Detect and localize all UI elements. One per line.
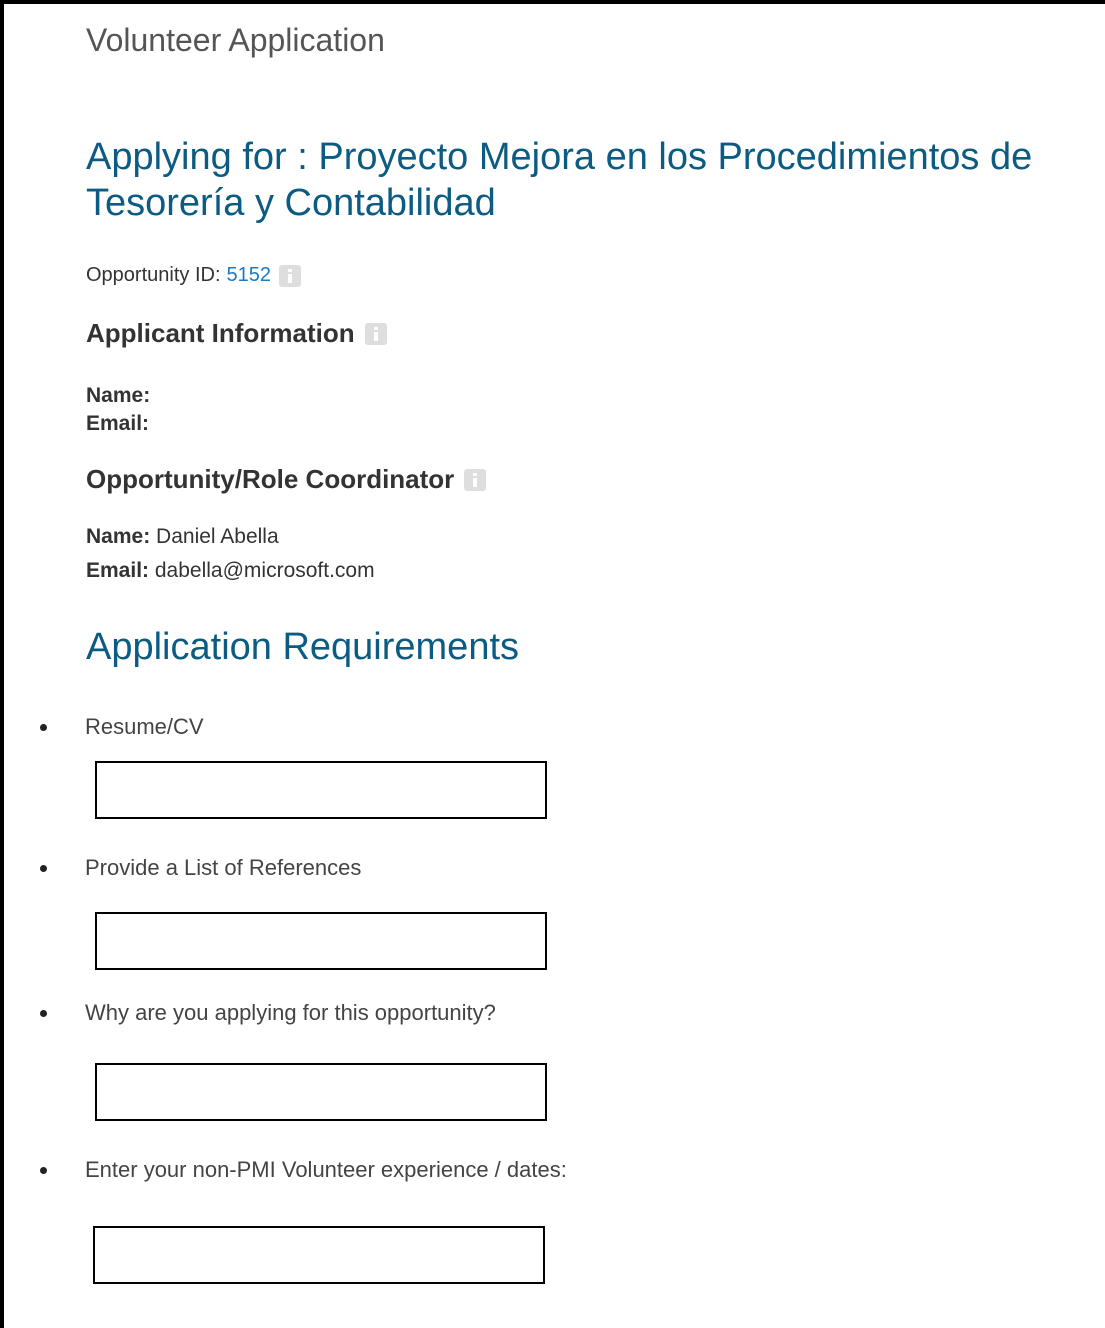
applicant-name-row: Name:	[86, 382, 150, 410]
requirement-label: Provide a List of References	[85, 855, 362, 880]
page-header: Volunteer Application	[86, 22, 385, 58]
applicant-info-heading: Applicant Information	[86, 318, 387, 349]
coordinator-email-value: dabella@microsoft.com	[154, 559, 375, 582]
requirements-heading: Application Requirements	[86, 626, 520, 668]
bullet	[40, 864, 47, 872]
references-input[interactable]	[95, 912, 547, 970]
opportunity-id-row: Opportunity ID: 5152	[86, 264, 302, 287]
volunteer-experience-input[interactable]	[93, 1226, 545, 1284]
bullet	[40, 1009, 47, 1017]
resume-input[interactable]	[95, 761, 547, 819]
requirement-label: Resume/CV	[85, 714, 204, 739]
requirement-item: Provide a List of References	[40, 855, 361, 881]
requirement-item: Why are you applying for this opportunit…	[40, 1000, 496, 1026]
info-icon[interactable]	[279, 264, 302, 287]
applicant-email-label: Email:	[86, 412, 150, 435]
opportunity-id-label: Opportunity ID:	[86, 264, 221, 286]
requirement-item: Enter your non-PMI Volunteer experience …	[40, 1157, 567, 1183]
bullet	[40, 1166, 47, 1174]
applying-for-title: Applying for : Proyecto Mejora en los Pr…	[86, 136, 1033, 224]
coordinator-heading: Opportunity/Role Coordinator	[86, 464, 487, 495]
info-icon[interactable]	[364, 322, 387, 345]
applicant-email-row: Email:	[86, 410, 149, 438]
coordinator-email-label: Email:	[86, 559, 150, 582]
opportunity-id-link[interactable]: 5152	[227, 264, 272, 287]
applicant-info-heading-text: Applicant Information	[86, 318, 355, 348]
bullet	[40, 723, 47, 731]
applicant-name-label: Name:	[86, 384, 151, 407]
requirement-label: Enter your non-PMI Volunteer experience …	[85, 1157, 567, 1182]
coordinator-name-value: Daniel Abella	[156, 525, 279, 548]
info-icon[interactable]	[464, 468, 487, 491]
coordinator-email-row: Email: dabella@microsoft.com	[86, 557, 375, 585]
coordinator-name-row: Name: Daniel Abella	[86, 523, 279, 551]
requirement-item: Resume/CV	[40, 714, 204, 740]
why-applying-input[interactable]	[95, 1063, 547, 1121]
coordinator-name-label: Name:	[86, 525, 151, 548]
requirement-label: Why are you applying for this opportunit…	[85, 1000, 496, 1025]
coordinator-heading-text: Opportunity/Role Coordinator	[86, 464, 455, 494]
